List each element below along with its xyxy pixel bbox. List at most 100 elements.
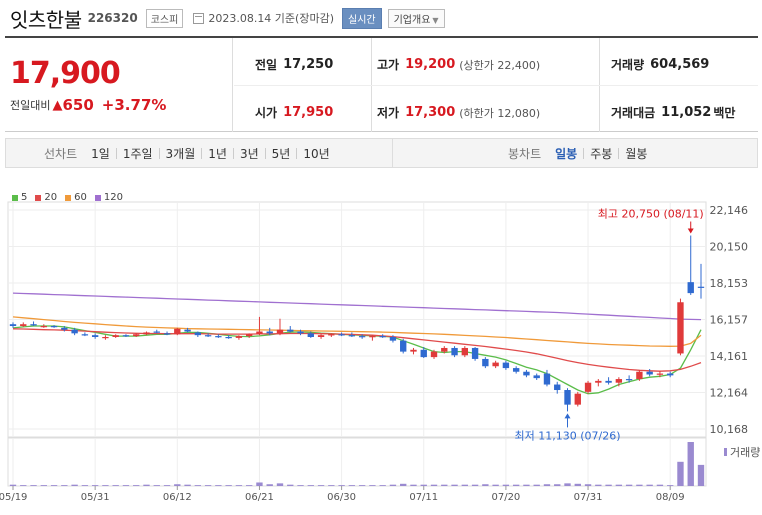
candle — [482, 357, 489, 369]
volume-bar — [50, 485, 58, 486]
volume-bar — [430, 484, 438, 486]
candle-body — [430, 351, 438, 358]
volume-bar — [317, 485, 325, 486]
candle-body — [30, 324, 37, 326]
candle — [338, 332, 345, 337]
candle — [451, 346, 458, 358]
volume-bar — [451, 484, 458, 486]
volume-bar — [307, 485, 314, 486]
candle-body — [225, 336, 232, 339]
candle — [102, 335, 109, 340]
candle — [523, 369, 530, 378]
candle — [461, 346, 469, 358]
ma-line-120 — [12, 292, 702, 321]
candle-body — [697, 286, 705, 288]
candle — [174, 327, 181, 336]
volume-bar — [687, 442, 694, 486]
candle-body — [451, 347, 458, 356]
candle-body — [143, 332, 150, 335]
volume-bar — [297, 485, 304, 486]
candle-body — [163, 333, 171, 335]
x-tick-label: 06/21 — [245, 492, 274, 503]
candle-body — [338, 334, 345, 336]
candle-body — [215, 336, 222, 338]
volume-bar — [163, 485, 171, 486]
volume-bar — [204, 485, 212, 486]
candle-body — [502, 362, 510, 369]
candle — [81, 332, 89, 337]
x-tick-label: 06/30 — [327, 492, 356, 503]
volume-bar — [245, 485, 253, 486]
volume-bar — [533, 484, 540, 486]
volume-bar — [512, 484, 520, 486]
candle-body — [358, 336, 366, 338]
volume-bar — [615, 484, 623, 486]
volume-bar — [646, 484, 653, 486]
candle-body — [667, 373, 674, 376]
x-tick-label: 08/09 — [656, 492, 685, 503]
candle-body — [656, 373, 664, 375]
x-tick-label: 06/12 — [163, 492, 192, 503]
volume-bar — [215, 485, 222, 486]
candle — [153, 329, 160, 334]
volume-bar — [697, 464, 705, 486]
candle-body — [523, 371, 530, 376]
candle — [697, 263, 705, 299]
volume-bar — [441, 484, 448, 486]
candle — [574, 391, 581, 407]
volume-bar — [420, 484, 427, 486]
volume-bar — [328, 485, 335, 486]
candle-body — [184, 329, 191, 332]
candle — [512, 366, 520, 374]
candle-body — [461, 347, 469, 356]
volume-bar — [30, 485, 37, 486]
moving-average-lines — [12, 292, 702, 395]
candle — [471, 347, 479, 361]
volume-bar — [400, 483, 407, 486]
candle-body — [584, 382, 592, 392]
volume-bar — [112, 485, 119, 486]
chart-axes: 22,146 20,150 18,153 16,157 14,161 12,164 10,1… — [0, 204, 748, 503]
x-tick-label: 05/31 — [81, 492, 110, 503]
volume-bar — [81, 485, 89, 486]
ma-line-60 — [12, 316, 702, 347]
volume-bar — [502, 484, 510, 486]
volume-bar — [287, 484, 294, 486]
candle-body — [235, 336, 243, 338]
volume-bar — [389, 484, 397, 486]
candle-body — [554, 384, 561, 391]
volume-frame — [7, 437, 707, 487]
volume-bar — [235, 485, 243, 486]
candle-body — [317, 335, 325, 337]
volume-bar — [40, 485, 47, 486]
candle-body — [410, 349, 417, 352]
candle — [554, 381, 561, 394]
candles — [9, 235, 705, 412]
candle — [687, 235, 694, 295]
candle-body — [81, 334, 89, 336]
candle — [595, 379, 602, 387]
candle-body — [40, 326, 47, 328]
candle — [276, 318, 284, 336]
y-tick-label: 18,153 — [710, 277, 749, 290]
candlestick-chart[interactable]: 22,146 20,150 18,153 16,157 14,161 12,164 10,1… — [0, 0, 762, 515]
volume-bar — [225, 485, 232, 486]
candle-body — [646, 371, 653, 375]
volume-bar — [338, 485, 345, 486]
y-tick-label: 12,164 — [710, 387, 749, 400]
candle-body — [122, 335, 130, 337]
volume-bar — [667, 485, 674, 486]
volume-bar — [266, 484, 273, 486]
volume-bar — [584, 484, 592, 486]
candle-body — [379, 336, 386, 338]
candle — [40, 324, 47, 328]
candle-body — [112, 335, 119, 337]
candle-body — [133, 334, 140, 337]
candle — [564, 388, 571, 412]
candle-body — [102, 336, 109, 339]
candle-body — [71, 329, 78, 334]
candle-body — [9, 324, 17, 327]
volume-bar — [543, 484, 551, 486]
volume-bar — [625, 484, 633, 486]
volume-bar — [143, 484, 150, 486]
